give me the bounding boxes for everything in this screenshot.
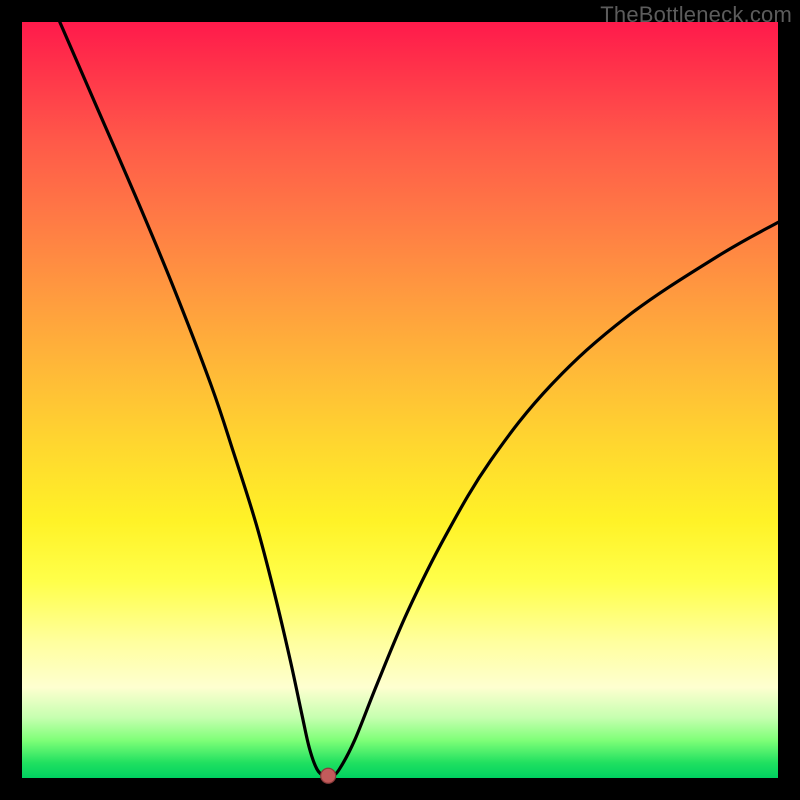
bottleneck-curve bbox=[22, 22, 778, 778]
curve-path bbox=[60, 22, 778, 777]
chart-frame: TheBottleneck.com bbox=[0, 0, 800, 800]
plot-area bbox=[22, 22, 778, 778]
minimum-marker bbox=[321, 768, 336, 783]
